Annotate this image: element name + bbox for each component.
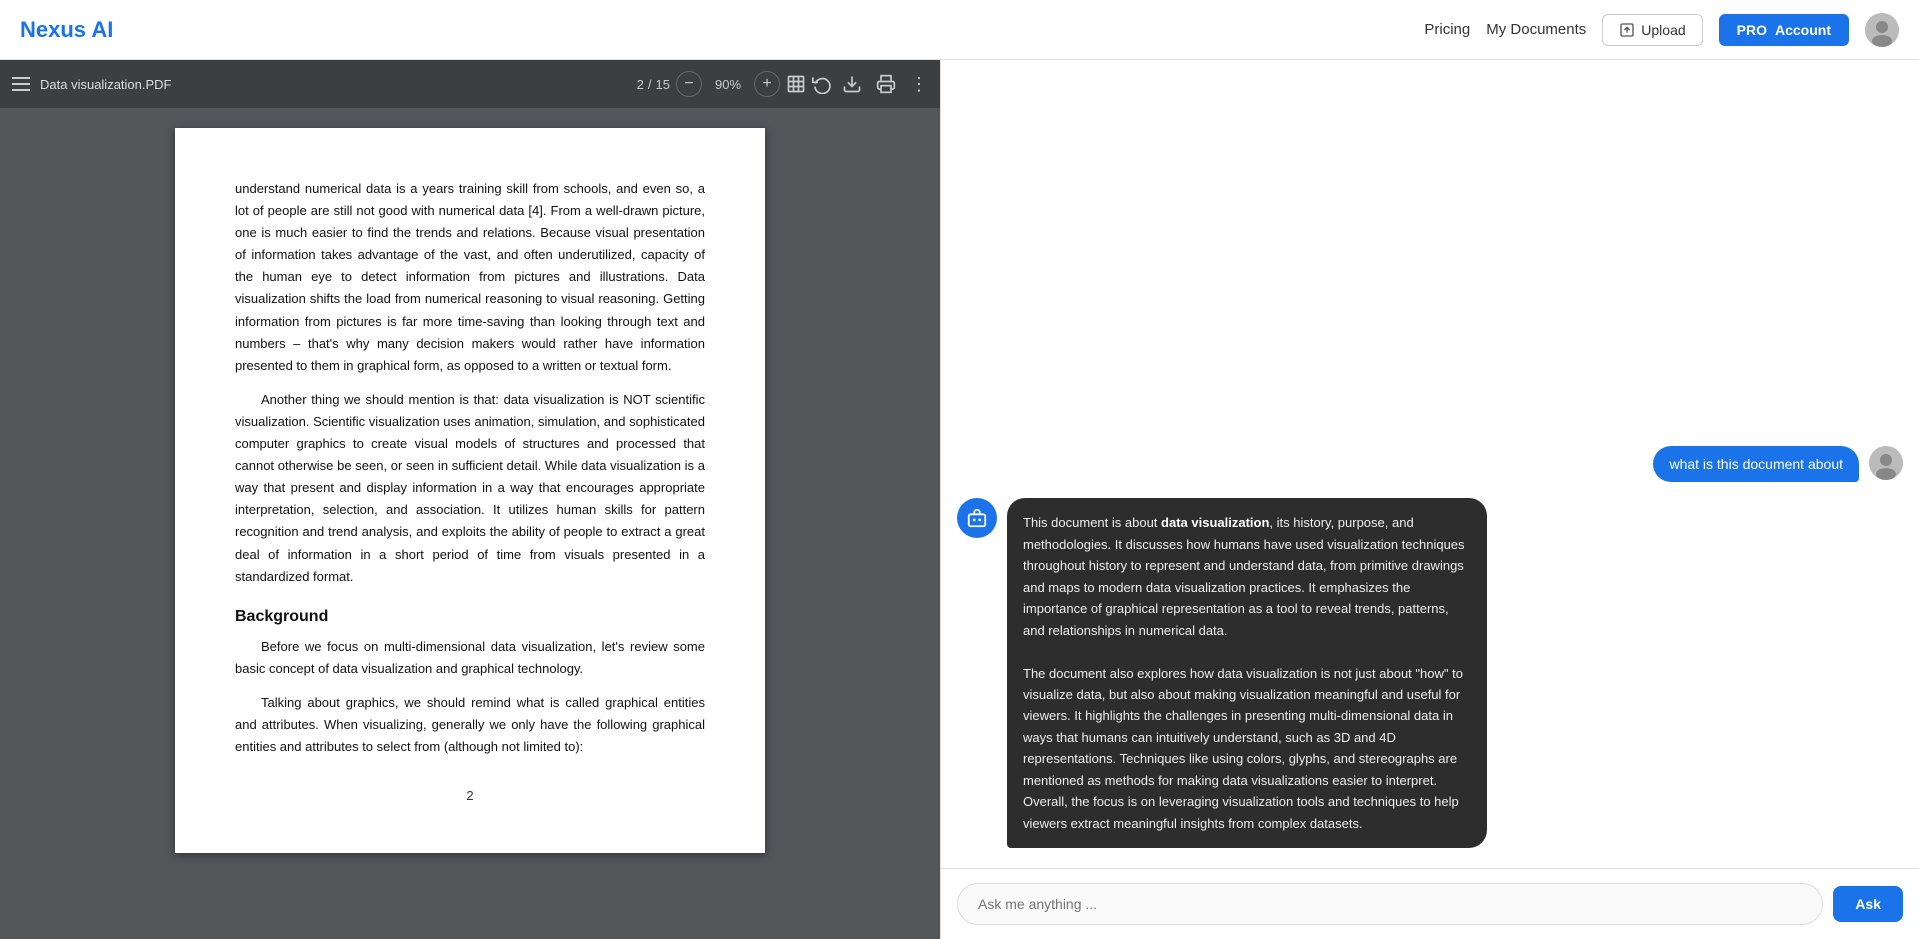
- zoom-level: 90%: [708, 77, 748, 92]
- bot-response-1: This document is about: [1023, 515, 1161, 530]
- pdf-paragraph-3: Before we focus on multi-dimensional dat…: [235, 636, 705, 680]
- print-button[interactable]: [876, 74, 896, 94]
- page-number: 2: [235, 788, 705, 803]
- pdf-paragraph-4: Talking about graphics, we should remind…: [235, 692, 705, 758]
- my-documents-link[interactable]: My Documents: [1486, 21, 1586, 38]
- chat-messages[interactable]: what is this document about: [941, 60, 1919, 868]
- total-pages: 15: [656, 77, 670, 92]
- fit-page-button[interactable]: [786, 74, 806, 94]
- avatar-icon: [1865, 13, 1899, 47]
- user-avatar-chat: [1869, 446, 1903, 480]
- current-page: 2: [637, 77, 644, 92]
- pricing-link[interactable]: Pricing: [1424, 21, 1470, 38]
- pdf-section-background: Background: [235, 608, 705, 626]
- upload-icon: [1619, 22, 1635, 38]
- more-options-button[interactable]: ⋮: [910, 74, 928, 95]
- pdf-paragraph-1: understand numerical data is a years tra…: [235, 178, 705, 377]
- logo-text: Nexus: [20, 17, 91, 42]
- navbar-right: Pricing My Documents Upload PRO Account: [1424, 13, 1899, 47]
- pdf-toolbar: Data visualization.PDF 2 / 15 − 90% +: [0, 60, 940, 108]
- user-avatar[interactable]: [1865, 13, 1899, 47]
- pro-account-button[interactable]: PRO Account: [1719, 14, 1849, 46]
- pdf-page: understand numerical data is a years tra…: [175, 128, 765, 853]
- history-icon: [812, 74, 832, 94]
- account-label: Account: [1775, 22, 1831, 38]
- page-indicator: 2 / 15: [637, 77, 670, 92]
- upload-button[interactable]: Upload: [1602, 14, 1702, 46]
- pdf-content[interactable]: understand numerical data is a years tra…: [0, 108, 940, 939]
- bot-bubble: This document is about data visualizatio…: [1007, 498, 1487, 848]
- bot-message: This document is about data visualizatio…: [957, 498, 1903, 848]
- user-avatar-icon: [1869, 446, 1903, 480]
- chat-input-area: Ask: [941, 868, 1919, 939]
- pdf-viewer: Data visualization.PDF 2 / 15 − 90% +: [0, 60, 940, 939]
- logo: Nexus AI: [20, 17, 113, 43]
- bot-avatar: [957, 498, 997, 538]
- logo-accent: AI: [91, 17, 113, 42]
- chat-input[interactable]: [957, 883, 1823, 925]
- navbar: Nexus AI Pricing My Documents Upload PRO…: [0, 0, 1919, 60]
- history-button[interactable]: [812, 74, 832, 94]
- bot-response-3: The document also explores how data visu…: [1023, 666, 1463, 831]
- pro-label: PRO: [1737, 22, 1767, 38]
- zoom-in-button[interactable]: +: [754, 71, 780, 97]
- user-bubble: what is this document about: [1653, 446, 1859, 482]
- upload-label: Upload: [1641, 22, 1685, 38]
- pdf-filename: Data visualization.PDF: [40, 77, 172, 92]
- pdf-paragraph-2: Another thing we should mention is that:…: [235, 389, 705, 588]
- fit-page-icon: [786, 74, 806, 94]
- bot-icon-svg: [966, 507, 988, 529]
- ask-button[interactable]: Ask: [1833, 886, 1903, 922]
- chat-panel: what is this document about: [940, 60, 1919, 939]
- menu-icon[interactable]: [12, 77, 30, 91]
- main-layout: Data visualization.PDF 2 / 15 − 90% +: [0, 60, 1919, 939]
- user-message: what is this document about: [957, 446, 1903, 482]
- chat-spacer: [957, 80, 1903, 430]
- bot-response-bold: data visualization: [1161, 515, 1269, 530]
- download-icon: [842, 74, 862, 94]
- zoom-out-button[interactable]: −: [676, 71, 702, 97]
- bot-response-2: , its history, purpose, and methodologie…: [1023, 515, 1465, 637]
- download-button[interactable]: [842, 74, 862, 94]
- print-icon: [876, 74, 896, 94]
